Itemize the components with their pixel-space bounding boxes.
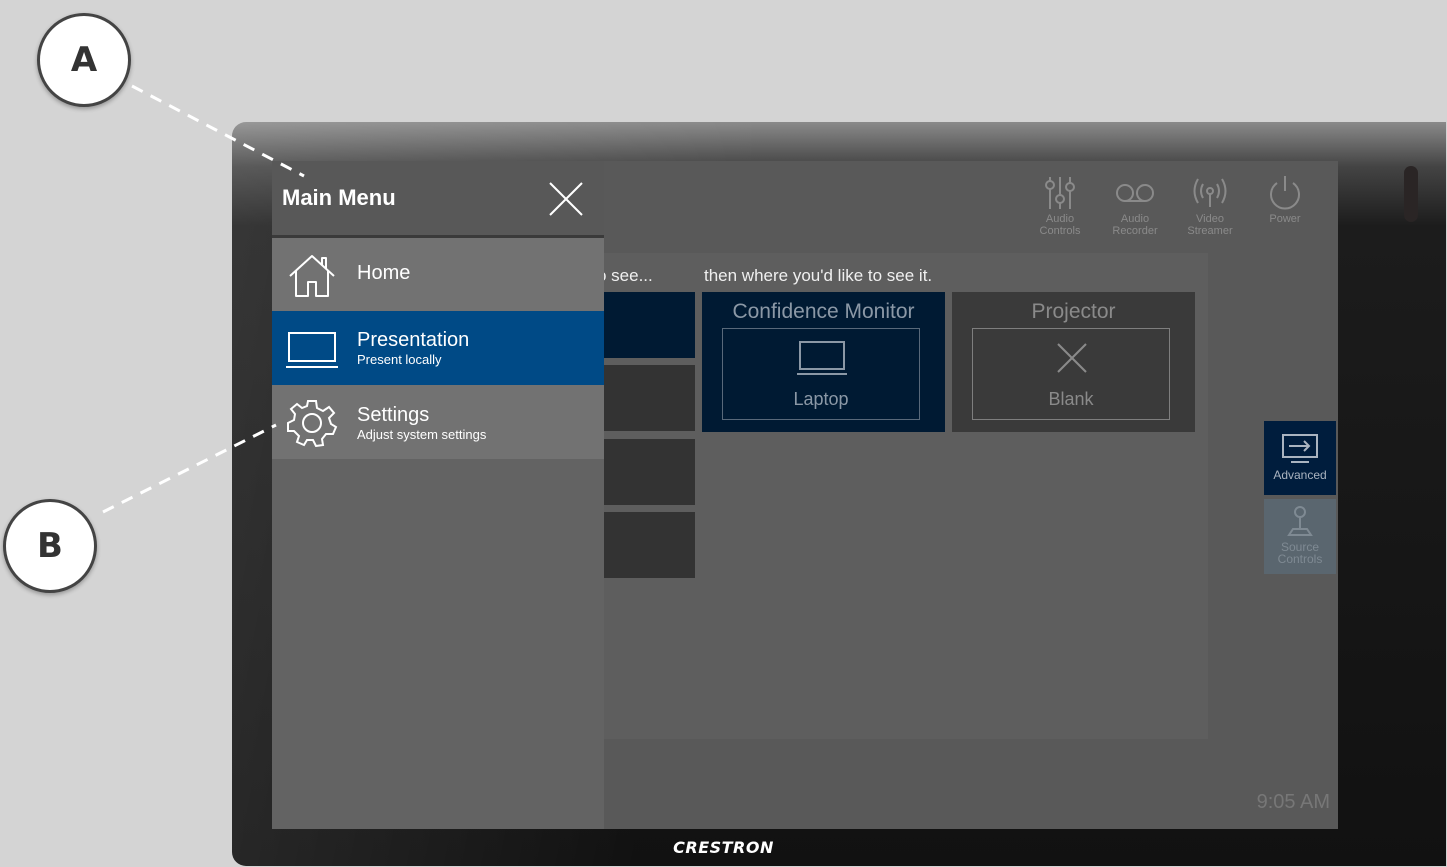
menu-item-sublabel: Present locally [357,352,442,367]
power-button[interactable]: Power [1253,173,1317,225]
destination-source-label: Laptop [793,389,849,409]
laptop-icon [286,332,338,368]
menu-item-label: Presentation [357,329,470,351]
source-controls-button[interactable]: Source Controls [1264,499,1336,574]
voicemail-icon [1116,184,1154,202]
brand-logo: CRESTRON [673,838,774,857]
blank-x-icon [1057,343,1087,373]
source-prompt: o see... [597,266,653,285]
audio-recorder-button[interactable]: Audio Recorder [1103,173,1167,237]
proximity-sensor [1404,166,1418,222]
video-streamer-label: Video Streamer [1187,213,1233,237]
power-label: Power [1269,213,1301,225]
advanced-button[interactable]: Advanced [1264,421,1336,495]
audio-controls-button[interactable]: Audio Controls [1028,173,1092,237]
menu-item-label: Settings [357,404,430,426]
main-menu-header: Main Menu [272,161,604,238]
close-icon[interactable] [548,181,584,217]
source-tile[interactable] [602,439,695,505]
clock: 9:05 AM [1256,791,1330,813]
main-menu: Main Menu Home Presentation Present loca… [272,161,604,829]
sliders-icon [1045,177,1075,209]
advanced-label: Advanced [1273,468,1327,482]
home-icon [289,255,335,297]
display-input-icon [1282,434,1318,463]
destination-source-label: Blank [1048,389,1094,409]
destination-title: Confidence Monitor [732,300,915,323]
destination-title: Projector [1031,300,1116,323]
main-menu-title: Main Menu [282,185,396,210]
source-tile[interactable] [602,365,695,431]
menu-item-label: Home [357,262,411,284]
video-streamer-button[interactable]: Video Streamer [1178,173,1242,237]
menu-item-home[interactable]: Home [272,238,604,312]
destination-confidence-monitor[interactable]: Confidence Monitor Laptop [702,292,945,432]
destination-frame: Laptop [722,328,920,420]
menu-item-settings[interactable]: Settings Adjust system settings [272,385,604,459]
source-tile[interactable] [602,512,695,578]
broadcast-icon [1193,178,1227,207]
laptop-icon [797,341,847,375]
destination-frame: Blank [972,328,1170,420]
power-icon [1270,176,1300,210]
menu-item-sublabel: Adjust system settings [357,427,487,442]
source-tile[interactable] [602,292,695,358]
gear-icon [287,400,338,447]
joystick-icon [1287,506,1313,536]
audio-recorder-label: Audio Recorder [1112,213,1158,237]
destination-projector[interactable]: Projector Blank [952,292,1195,432]
source-controls-label: Source Controls [1277,540,1323,566]
callout-b: B [3,499,97,593]
menu-item-presentation[interactable]: Presentation Present locally [272,311,604,385]
audio-controls-label: Audio Controls [1039,213,1081,237]
callout-a: A [37,13,131,107]
destination-prompt: then where you'd like to see it. [704,266,933,285]
touch-screen: Audio Controls Audio Recorder Video Stre… [272,161,1338,829]
